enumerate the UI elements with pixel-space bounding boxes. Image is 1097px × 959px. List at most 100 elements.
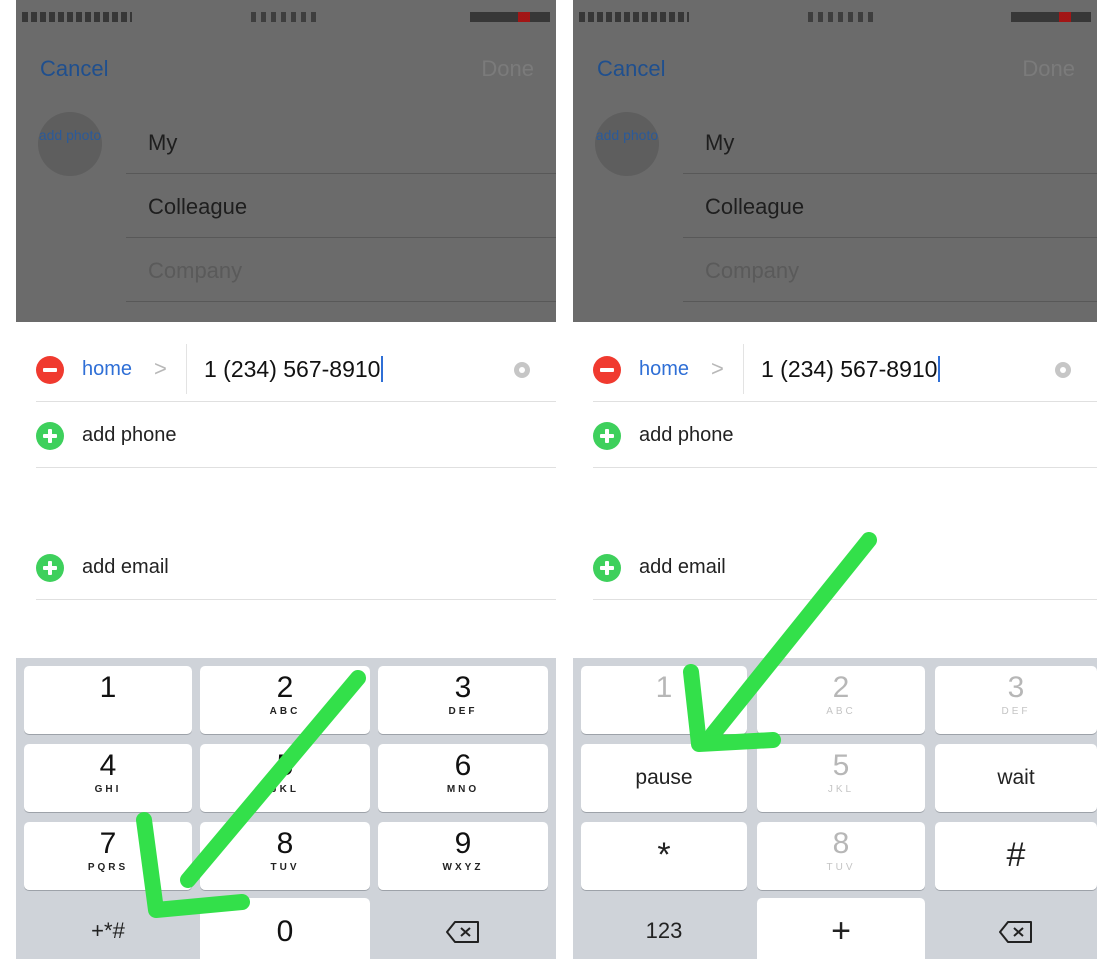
remove-phone-icon[interactable] [593,356,621,384]
star-label: * [657,836,671,874]
key-3: 3 DEF [935,666,1097,734]
remove-phone-icon[interactable] [36,356,64,384]
key-4[interactable]: 4 GHI [24,744,192,812]
key-letters: ABC [826,706,856,717]
last-name-value: Colleague [148,194,248,219]
key-digit: 9 [454,827,472,860]
add-phone-icon [593,422,621,450]
hash-key[interactable]: # [935,822,1097,890]
add-photo-button[interactable]: add photo [595,112,659,176]
key-digit: 8 [276,827,294,860]
key-letters: JKL [271,784,299,795]
key-letters: TUV [826,862,856,873]
cancel-button[interactable]: Cancel [597,56,665,82]
key-9[interactable]: 9 WXYZ [378,822,548,890]
add-phone-row[interactable]: add phone [593,402,1097,468]
numbers-key[interactable]: 123 [581,898,747,959]
key-6[interactable]: 6 MNO [378,744,548,812]
key-8[interactable]: 8 TUV [200,822,370,890]
plus-label: + [831,912,851,950]
add-email-icon [593,554,621,582]
last-name-value: Colleague [705,194,805,219]
done-button[interactable]: Done [481,56,534,82]
divider [186,344,187,394]
add-email-row[interactable]: add email [36,534,556,600]
key-digit: 6 [454,749,472,782]
first-name-field[interactable]: My [683,110,1097,174]
add-email-icon [36,554,64,582]
add-photo-button[interactable]: add photo [38,112,102,176]
phone-keypad: 1 2 ABC 3 DEF 4 GHI 5 JKL 6 MNO 7 PQRS 8 TUV 9 W… [16,658,556,959]
phone-input[interactable]: 1 (234) 567-8910 [761,356,941,383]
battery-icon [1011,12,1091,22]
carrier-signal-icon [22,12,132,22]
text-cursor [938,356,941,382]
key-0[interactable]: 0 [200,898,370,959]
delete-key[interactable] [378,898,548,959]
chevron-right-icon: > [711,356,724,381]
battery-icon [470,12,550,22]
company-placeholder: Company [705,258,800,283]
phone-row: home > 1 (234) 567-8910 [593,336,1097,402]
time-indicator [808,12,878,22]
last-name-field[interactable]: Colleague [126,174,556,238]
key-1: 1 [581,666,747,734]
dimmed-header: Cancel Done add photo My Colleague Compa… [16,0,556,322]
clear-icon[interactable] [514,362,530,378]
delete-key[interactable] [935,898,1097,959]
phone-keypad-symbols: 1 2 ABC 3 DEF pause 5 JKL wait * 8 TUV # 123… [573,658,1097,959]
pause-key[interactable]: pause [581,744,747,812]
first-name-field[interactable]: My [126,110,556,174]
company-field[interactable]: Company [683,238,1097,302]
plus-key[interactable]: + [757,898,925,959]
key-2[interactable]: 2 ABC [200,666,370,734]
last-name-field[interactable]: Colleague [683,174,1097,238]
key-letters: TUV [270,862,300,873]
add-email-label: add email [639,556,726,578]
key-7[interactable]: 7 PQRS [24,822,192,890]
status-bar [16,8,556,30]
key-2: 2 ABC [757,666,925,734]
key-letters: PQRS [87,862,129,873]
add-email-row[interactable]: add email [593,534,1097,600]
numbers-key-label: 123 [645,918,683,943]
cancel-button[interactable]: Cancel [40,56,108,82]
symbols-key[interactable]: +*# [24,898,192,959]
add-phone-label: add phone [82,424,177,446]
dimmed-header: Cancel Done add photo My Colleague Compa… [573,0,1097,322]
key-digit: 5 [276,749,294,782]
key-digit: 5 [832,749,850,782]
key-digit: 8 [832,827,850,860]
company-field[interactable]: Company [126,238,556,302]
star-key[interactable]: * [581,822,747,890]
add-phone-label: add phone [639,424,734,446]
company-placeholder: Company [148,258,243,283]
first-name-value: My [148,130,178,155]
wait-label: wait [997,766,1035,789]
clear-icon[interactable] [1055,362,1071,378]
phone-value: 1 (234) 567-8910 [761,356,938,382]
phone-input[interactable]: 1 (234) 567-8910 [204,356,384,383]
key-digit: 1 [99,671,117,704]
key-8: 8 TUV [757,822,925,890]
right-screenshot: Cancel Done add photo My Colleague Compa… [573,0,1097,959]
key-digit: 3 [1007,671,1025,704]
wait-key[interactable]: wait [935,744,1097,812]
key-digit: 3 [454,671,472,704]
key-5[interactable]: 5 JKL [200,744,370,812]
key-1[interactable]: 1 [24,666,192,734]
phone-value: 1 (234) 567-8910 [204,356,381,382]
key-letters: JKL [827,784,855,795]
phone-label-home[interactable]: home [639,358,689,381]
key-letters: WXYZ [442,862,484,873]
key-digit: 0 [276,915,294,948]
key-letters: DEF [448,706,478,717]
pause-label: pause [635,766,693,789]
done-button[interactable]: Done [1022,56,1075,82]
add-phone-row[interactable]: add phone [36,402,556,468]
phone-label-home[interactable]: home [82,358,132,381]
hash-label: # [1006,836,1026,874]
carrier-signal-icon [579,12,689,22]
symbols-key-label: +*# [91,918,125,943]
key-3[interactable]: 3 DEF [378,666,548,734]
